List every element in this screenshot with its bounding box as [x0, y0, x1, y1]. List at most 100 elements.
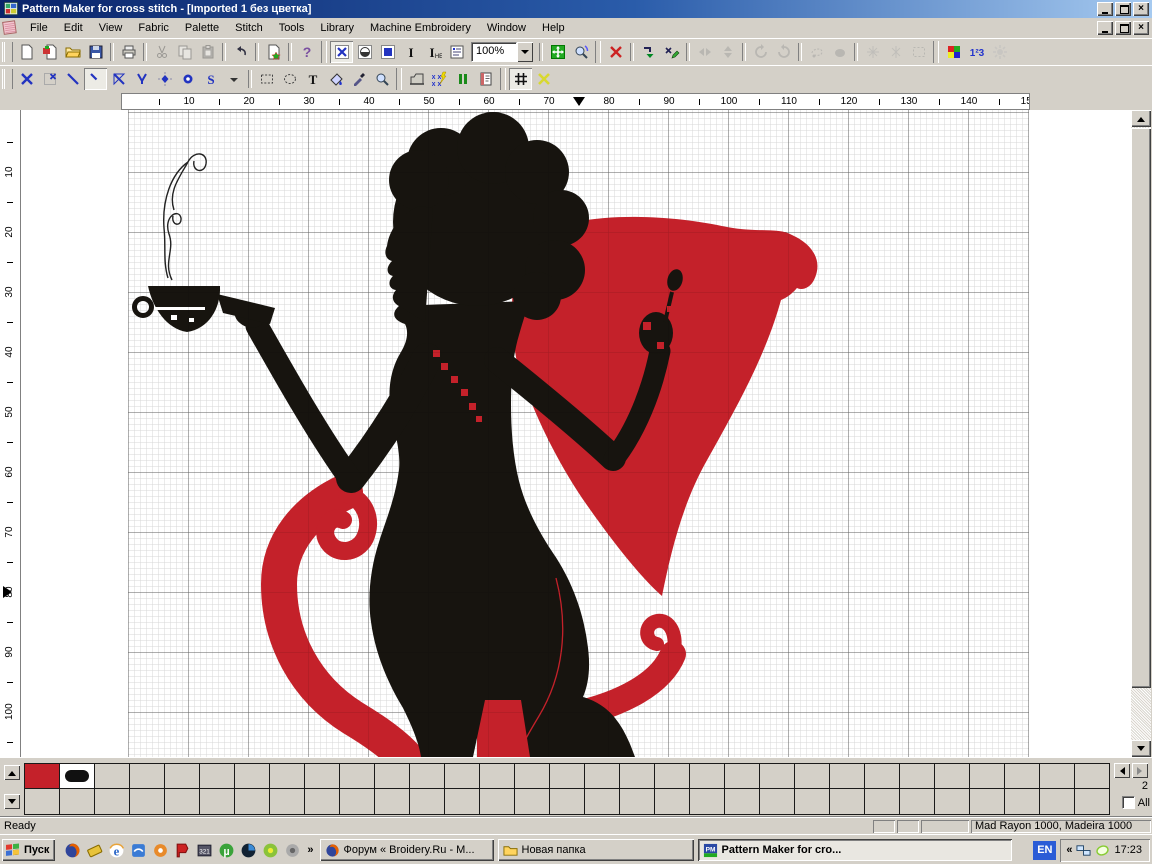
- toolbar-grip[interactable]: [2, 69, 13, 89]
- palette-cell[interactable]: [129, 788, 165, 815]
- quicklaunch-video[interactable]: 321: [194, 840, 214, 860]
- menu-edit[interactable]: Edit: [56, 20, 91, 36]
- menu-fabric[interactable]: Fabric: [130, 20, 177, 36]
- palette-cell[interactable]: [584, 788, 620, 815]
- select-ellipse-button[interactable]: [278, 68, 301, 90]
- full-cross-stitch-button[interactable]: [15, 68, 38, 90]
- view-solid-button[interactable]: [376, 41, 399, 63]
- palette-cell[interactable]: [409, 788, 445, 815]
- tray-collapse-chevron[interactable]: «: [1066, 844, 1072, 856]
- quicklaunch-overflow-chevron[interactable]: »: [307, 844, 313, 856]
- palette-cell[interactable]: [549, 763, 585, 790]
- quicklaunch-firefox[interactable]: [62, 840, 82, 860]
- palette-cell[interactable]: [724, 763, 760, 790]
- palette-cell[interactable]: [94, 763, 130, 790]
- palette-cell[interactable]: [374, 763, 410, 790]
- palette-cell[interactable]: [479, 788, 515, 815]
- quicklaunch-media-player[interactable]: [238, 840, 258, 860]
- restore-button[interactable]: [1115, 2, 1131, 16]
- palette-cell[interactable]: [794, 763, 830, 790]
- bead-small-button[interactable]: [153, 68, 176, 90]
- scroll-down-button[interactable]: [1131, 740, 1151, 757]
- palette-cell[interactable]: [549, 788, 585, 815]
- palette-cell[interactable]: [164, 763, 200, 790]
- scrollbar-thumb[interactable]: [1131, 128, 1151, 688]
- palette-swatch-black-floss[interactable]: [59, 763, 95, 790]
- menu-library[interactable]: Library: [312, 20, 362, 36]
- fill-tool-button[interactable]: [324, 68, 347, 90]
- select-rectangle-button[interactable]: [255, 68, 278, 90]
- close-button[interactable]: ×: [1133, 2, 1149, 16]
- palette-cell[interactable]: [199, 788, 235, 815]
- palette-cell[interactable]: [899, 763, 935, 790]
- taskbar-task-3[interactable]: PMPattern Maker for cro...: [698, 839, 1012, 861]
- palette-cell[interactable]: [1074, 763, 1110, 790]
- palette-cell[interactable]: [514, 763, 550, 790]
- menu-machine-embroidery[interactable]: Machine Embroidery: [362, 20, 479, 36]
- palette-swatch-red-floss[interactable]: [24, 763, 60, 790]
- palette-cell[interactable]: [759, 763, 795, 790]
- taskbar-task-2[interactable]: Новая папка: [498, 839, 694, 861]
- french-knot-button[interactable]: [130, 68, 153, 90]
- three-quarter-stitch-button[interactable]: [107, 68, 130, 90]
- quicklaunch-utorrent[interactable]: µ: [216, 840, 236, 860]
- bead-large-button[interactable]: [176, 68, 199, 90]
- menu-view[interactable]: View: [91, 20, 131, 36]
- palette-cell[interactable]: [304, 788, 340, 815]
- menu-palette[interactable]: Palette: [177, 20, 227, 36]
- quicklaunch-webcam[interactable]: [282, 840, 302, 860]
- save-button[interactable]: [84, 41, 107, 63]
- palette-prev-button[interactable]: [1114, 763, 1130, 778]
- palette-cell[interactable]: [654, 763, 690, 790]
- pattern-notes-button[interactable]: [474, 68, 497, 90]
- palette-cell[interactable]: [514, 788, 550, 815]
- palette-cell[interactable]: [339, 788, 375, 815]
- zoom-combo[interactable]: 100%: [471, 42, 533, 62]
- palette-cell[interactable]: [1004, 788, 1040, 815]
- minimize-button[interactable]: [1097, 2, 1113, 16]
- palette-cell[interactable]: [619, 788, 655, 815]
- edit-stitches-button[interactable]: [660, 41, 683, 63]
- palette-cell[interactable]: [24, 788, 60, 815]
- doc-close-button[interactable]: ×: [1133, 21, 1149, 35]
- palette-cell[interactable]: [199, 763, 235, 790]
- palette-cell[interactable]: [969, 763, 1005, 790]
- palette-cell[interactable]: [129, 763, 165, 790]
- menu-tools[interactable]: Tools: [271, 20, 313, 36]
- quicklaunch-messenger[interactable]: [128, 840, 148, 860]
- taskbar-task-1[interactable]: Форум « Broidery.Ru - M...: [320, 839, 494, 861]
- palette-cell[interactable]: [409, 763, 445, 790]
- vertical-scrollbar[interactable]: [1131, 110, 1151, 757]
- palette-colors-button[interactable]: [942, 41, 965, 63]
- palette-cell[interactable]: [969, 788, 1005, 815]
- zoom-rotate-button[interactable]: [569, 41, 592, 63]
- palette-cell[interactable]: [654, 788, 690, 815]
- palette-cell[interactable]: [94, 788, 130, 815]
- move-selection-button[interactable]: [637, 41, 660, 63]
- pattern-canvas[interactable]: [21, 110, 1131, 757]
- palette-cell[interactable]: [164, 788, 200, 815]
- symbols-numbers-button[interactable]: 1²3: [965, 41, 988, 63]
- import-image-button[interactable]: [38, 41, 61, 63]
- palette-cell[interactable]: [1074, 788, 1110, 815]
- palette-cell[interactable]: [724, 788, 760, 815]
- palette-cell[interactable]: [934, 788, 970, 815]
- palette-cell[interactable]: [339, 763, 375, 790]
- delete-button[interactable]: [604, 41, 627, 63]
- menu-file[interactable]: File: [22, 20, 56, 36]
- doc-minimize-button[interactable]: [1097, 21, 1113, 35]
- palette-cell[interactable]: [934, 763, 970, 790]
- palette-cell[interactable]: [584, 763, 620, 790]
- quicklaunch-icq[interactable]: [260, 840, 280, 860]
- network-icon[interactable]: [1076, 843, 1091, 858]
- palette-cell[interactable]: [619, 763, 655, 790]
- menu-stitch[interactable]: Stitch: [227, 20, 271, 36]
- zoom-dropdown-button[interactable]: [517, 42, 533, 62]
- special-stitch-button[interactable]: S: [199, 68, 222, 90]
- palette-all-checkbox[interactable]: [1122, 796, 1135, 809]
- start-button[interactable]: Пуск: [2, 839, 55, 861]
- palette-cell[interactable]: [689, 788, 725, 815]
- palette-cell[interactable]: [269, 788, 305, 815]
- palette-cell[interactable]: [479, 763, 515, 790]
- view-information-button[interactable]: [445, 41, 468, 63]
